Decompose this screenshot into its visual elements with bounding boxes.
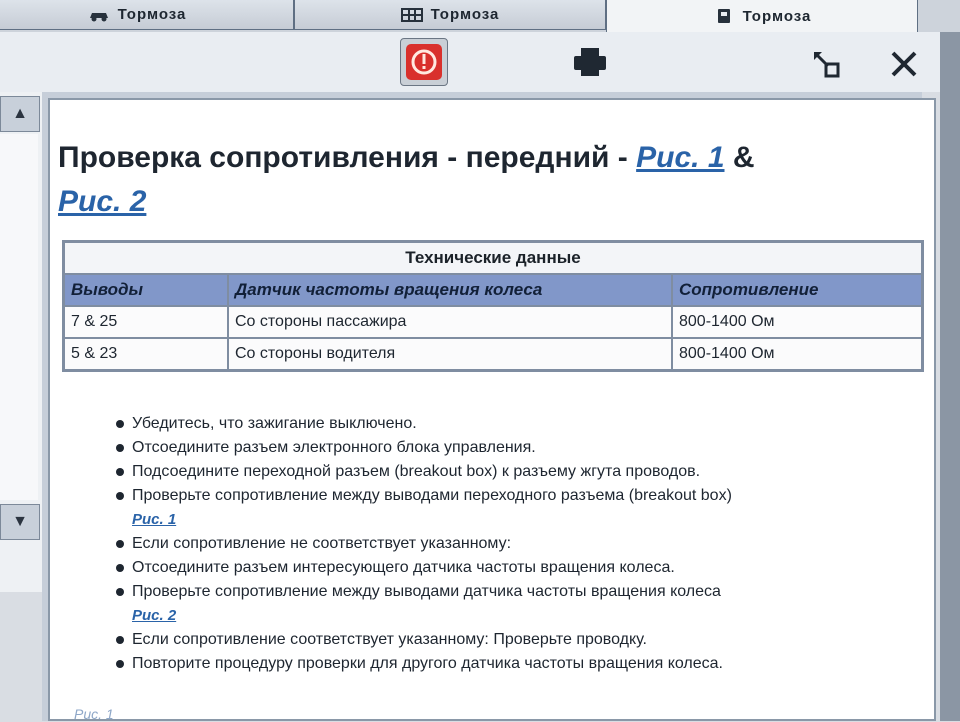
toolbar [0, 32, 960, 92]
sidebar-scroll-track[interactable] [0, 134, 38, 500]
table-cell: 7 & 25 [62, 305, 229, 339]
table-cell: Со стороны пассажира [227, 305, 673, 339]
print-button[interactable] [570, 46, 610, 80]
close-button[interactable] [884, 46, 924, 82]
list-item: Повторите процедуру проверки для другого… [114, 652, 914, 676]
fig-2-link[interactable]: Рис. 2 [58, 185, 146, 218]
fig-1-link[interactable]: Рис. 1 [636, 141, 724, 174]
resize-button[interactable] [808, 46, 844, 82]
list-item: Подсоедините переходной разъем (breakout… [114, 460, 914, 484]
alert-icon [406, 44, 442, 80]
step-text: Подсоедините переходной разъем (breakout… [132, 463, 701, 480]
table-caption: Технические данные [62, 240, 924, 275]
step-text: Проверьте сопротивление между выводами д… [132, 583, 721, 600]
list-item: Отсоедините разъем электронного блока уп… [114, 436, 914, 460]
module-icon [717, 9, 730, 23]
tab-label: Тормоза [742, 7, 812, 25]
table-row: 7 & 25 Со стороны пассажира 800-1400 Ом [62, 305, 924, 339]
list-item: Убедитесь, что зажигание выключено. [114, 412, 914, 436]
tab-brakes-3[interactable]: Тормоза [606, 0, 918, 32]
title-amp: & [724, 141, 755, 174]
table-row: 5 & 23 Со стороны водителя 800-1400 Ом [62, 337, 924, 372]
column-header-pins: Выводы [62, 273, 229, 307]
table-cell: Со стороны водителя [227, 337, 673, 372]
scroll-down-button[interactable]: ▼ [0, 504, 40, 540]
tab-brakes-1[interactable]: Тормоза [0, 0, 294, 30]
chevron-up-icon: ▲ [12, 105, 28, 122]
title-text: Проверка сопротивления - передний - [58, 141, 637, 174]
scroll-up-button[interactable]: ▲ [0, 96, 40, 132]
step-text: Отсоедините разъем электронного блока уп… [132, 439, 536, 456]
alert-button[interactable] [400, 38, 448, 86]
step-text: Если сопротивление не соответствует указ… [132, 535, 512, 552]
spec-table: Технические данные Выводы Датчик частоты… [62, 240, 924, 372]
close-icon [891, 51, 917, 77]
footer-fig-link[interactable]: Рис. 1 [74, 706, 114, 722]
resize-icon [814, 52, 840, 78]
column-header-sensor: Датчик частоты вращения колеса [227, 273, 673, 307]
tab-label: Тормоза [430, 6, 500, 23]
table-cell: 800-1400 Ом [671, 305, 924, 339]
printer-icon [574, 48, 606, 76]
step-text: Повторите процедуру проверки для другого… [132, 655, 723, 672]
tab-brakes-2[interactable]: Тормоза [294, 0, 606, 30]
list-item: Отсоедините разъем интересующего датчика… [114, 556, 914, 580]
page-title: Проверка сопротивления - передний - Рис.… [58, 136, 918, 224]
column-header-resistance: Сопротивление [671, 273, 924, 307]
tab-bar: Тормоза Тормоза Тормоза [0, 0, 960, 32]
right-edge-bar [940, 32, 960, 721]
list-item: Проверьте сопротивление между выводами д… [114, 580, 914, 628]
grid-icon [400, 7, 423, 22]
step-text: Если сопротивление соответствует указанн… [132, 631, 647, 648]
list-item: Если сопротивление не соответствует указ… [114, 532, 914, 556]
document-pane: Проверка сопротивления - передний - Рис.… [48, 98, 936, 722]
step-text: Убедитесь, что зажигание выключено. [132, 415, 417, 432]
procedure-list: Убедитесь, что зажигание выключено. Отсо… [114, 412, 914, 676]
list-item: Проверьте сопротивление между выводами п… [114, 484, 914, 532]
table-cell: 800-1400 Ом [671, 337, 924, 372]
step-fig-2-link[interactable]: Рис. 2 [132, 604, 914, 628]
table-cell: 5 & 23 [62, 337, 229, 372]
step-text: Проверьте сопротивление между выводами п… [132, 487, 732, 504]
sidebar: ▲ ▼ [0, 92, 44, 592]
car-icon [89, 12, 108, 21]
step-fig-1-link[interactable]: Рис. 1 [132, 508, 914, 532]
step-text: Отсоедините разъем интересующего датчика… [132, 559, 675, 576]
chevron-down-icon: ▼ [12, 513, 28, 530]
tab-label: Тормоза [117, 6, 187, 23]
list-item: Если сопротивление соответствует указанн… [114, 628, 914, 652]
